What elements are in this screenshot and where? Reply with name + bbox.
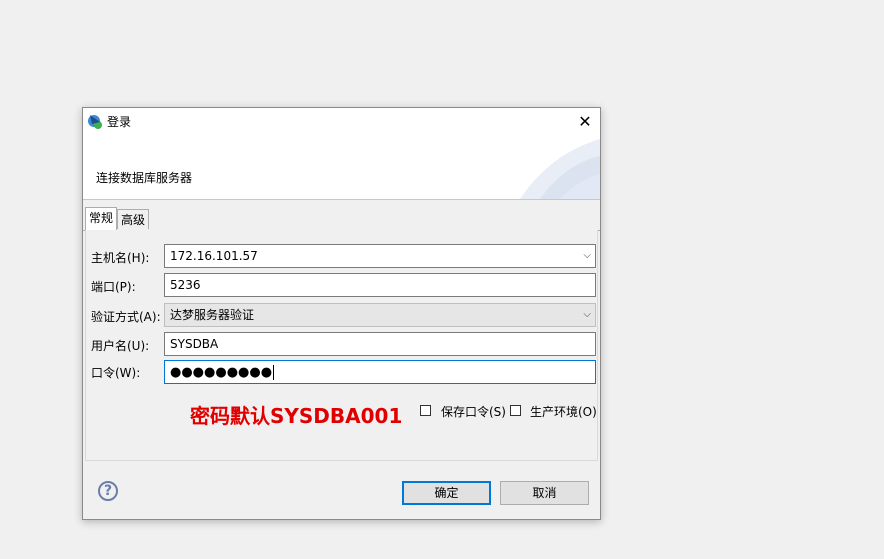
cancel-button[interactable]: 取消 — [500, 481, 589, 505]
title-bar: 登录 ✕ — [83, 108, 600, 134]
host-label: 主机名(H): — [91, 251, 150, 265]
save-password-checkbox[interactable] — [420, 405, 431, 416]
port-value: 5236 — [170, 278, 201, 292]
production-env-label[interactable]: 生产环境(O) — [530, 403, 597, 420]
auth-value: 达梦服务器验证 — [170, 308, 255, 322]
port-input[interactable]: 5236 — [164, 273, 596, 297]
auth-label: 验证方式(A): — [91, 310, 161, 324]
save-password-label[interactable]: 保存口令(S) — [441, 403, 506, 420]
annotation-text: 密码默认SYSDBA001 — [190, 404, 403, 428]
dialog-banner: 连接数据库服务器 — [83, 134, 600, 200]
tab-general[interactable]: 常规 — [85, 207, 118, 231]
chevron-down-icon[interactable]: ⌵ — [583, 304, 591, 326]
close-button[interactable]: ✕ — [570, 108, 600, 134]
host-value: 172.16.101.57 — [170, 249, 258, 263]
production-env-checkbox[interactable] — [510, 405, 521, 416]
password-mask: ●●●●●●●●● — [170, 365, 273, 380]
help-icon[interactable]: ? — [98, 481, 118, 501]
port-label-visible: 端口(P): — [91, 280, 136, 294]
banner-decoration — [520, 139, 600, 199]
close-icon[interactable]: ✕ — [578, 112, 591, 131]
login-dialog: 登录 ✕ 连接数据库服务器 常规 高级 主机名(H): 172.16.101.5… — [82, 107, 601, 520]
username-input[interactable]: SYSDBA — [164, 332, 596, 356]
auth-select[interactable]: 达梦服务器验证 ⌵ — [164, 303, 596, 327]
text-caret — [273, 365, 275, 380]
ok-button[interactable]: 确定 — [402, 481, 491, 505]
user-label: 用户名(U): — [91, 339, 150, 353]
username-value: SYSDBA — [170, 337, 219, 351]
host-combobox[interactable]: 172.16.101.57 ⌵ — [164, 244, 596, 268]
window-title: 登录 — [107, 115, 132, 129]
password-label-visible: 口令(W): — [91, 366, 141, 380]
chevron-down-icon[interactable]: ⌵ — [583, 245, 591, 267]
dm-app-icon — [88, 115, 102, 129]
tab-advanced[interactable]: 高级 — [117, 209, 150, 229]
general-panel: 主机名(H): 172.16.101.57 ⌵ 端口(P): 口令(W): 端口… — [85, 230, 598, 461]
tab-strip: 常规 高级 — [83, 207, 600, 231]
password-input[interactable]: ●●●●●●●●● — [164, 360, 596, 384]
banner-subtitle: 连接数据库服务器 — [96, 171, 193, 185]
